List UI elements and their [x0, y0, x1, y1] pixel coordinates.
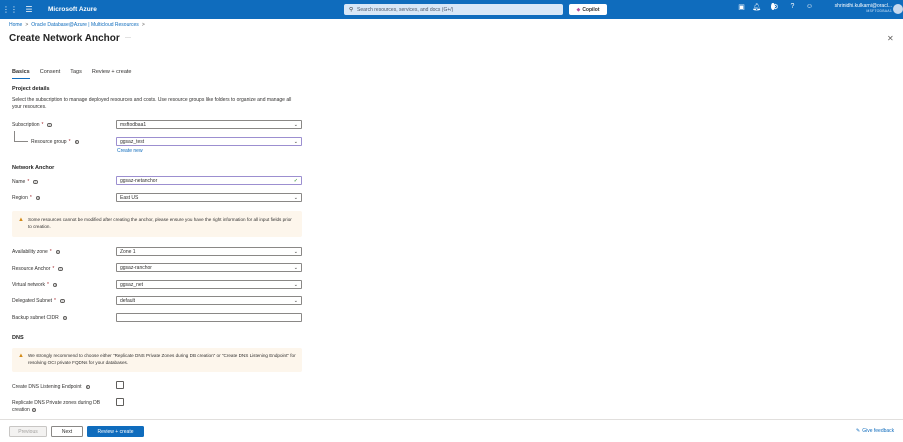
subscription-label: Subscription * i: [12, 122, 52, 128]
waffle-menu-icon[interactable]: ⋮⋮: [0, 5, 20, 14]
top-icons: ▣ 🔔︎ 1 ⚙ ? ☺: [733, 3, 818, 11]
close-icon[interactable]: ✕: [887, 34, 894, 43]
tree-connector: [14, 131, 28, 142]
copilot-icon: ◆: [576, 6, 581, 13]
next-button[interactable]: Next: [51, 426, 83, 437]
resource-group-select[interactable]: ggsaz_test ⌄: [116, 137, 302, 146]
name-label: Name * i: [12, 179, 38, 185]
info-icon[interactable]: i: [62, 315, 68, 321]
info-icon[interactable]: i: [58, 266, 63, 272]
dns-warning-box: ▲ We strongly recommend to choose either…: [12, 348, 302, 372]
chevron-down-icon: ⌄: [293, 298, 298, 304]
virtual-network-label: Virtual network * i: [12, 282, 58, 288]
info-icon[interactable]: i: [35, 195, 41, 201]
delegated-subnet-select[interactable]: default ⌄: [116, 296, 302, 305]
tab-consent[interactable]: Consent: [40, 69, 61, 79]
dns-listening-checkbox[interactable]: [116, 381, 124, 389]
resource-anchor-label: Resource Anchor * i: [12, 266, 63, 272]
breadcrumb-parent[interactable]: Oracle Database@Azure | Multicloud Resou…: [31, 22, 139, 28]
tab-strip: Basics Consent Tags Review + create: [12, 69, 131, 79]
dns-listening-label: Create DNS Listening Endpoint i: [12, 384, 90, 390]
notifications-icon[interactable]: 🔔︎ 1: [750, 3, 775, 11]
chevron-down-icon: ⌄: [293, 122, 298, 128]
breadcrumb-separator: >: [25, 22, 29, 28]
brand-title[interactable]: Microsoft Azure: [48, 6, 338, 13]
previous-button[interactable]: Previous: [9, 426, 47, 437]
help-icon[interactable]: ?: [784, 3, 801, 11]
page-title: Create Network Anchor: [9, 33, 120, 44]
breadcrumb-home[interactable]: Home: [9, 22, 22, 28]
checkmark-icon: ✓: [293, 178, 298, 184]
hamburger-menu-icon[interactable]: ☰: [20, 5, 38, 14]
chevron-down-icon: ⌄: [293, 195, 298, 201]
virtual-network-select[interactable]: ggsaz_net ⌄: [116, 280, 302, 289]
dns-heading: DNS: [12, 335, 24, 341]
settings-gear-icon[interactable]: ⚙: [767, 3, 784, 11]
tab-basics[interactable]: Basics: [12, 69, 30, 79]
replicate-dns-checkbox[interactable]: [116, 398, 124, 406]
backup-subnet-input[interactable]: [116, 313, 302, 322]
replicate-dns-label: Replicate DNS Private zones during DB cr…: [12, 400, 101, 413]
availability-zone-select[interactable]: Zone 1 ⌄: [116, 247, 302, 256]
dns-warning-text: We strongly recommend to choose either "…: [28, 353, 296, 365]
name-input[interactable]: ggsaz-netanchor ✓: [116, 176, 302, 185]
resource-anchor-select[interactable]: ggsaz-ranchor ⌄: [116, 263, 302, 272]
copilot-button[interactable]: ◆ Copilot: [569, 4, 607, 15]
copilot-label: Copilot: [582, 6, 600, 13]
info-icon[interactable]: i: [33, 179, 38, 185]
give-feedback-link[interactable]: ✎ Give feedback: [856, 428, 894, 434]
search-icon: ⚲: [349, 6, 354, 13]
availability-zone-label: Availability zone * i: [12, 249, 61, 255]
backup-subnet-label: Backup subnet CIDR i: [12, 315, 68, 321]
info-icon[interactable]: i: [55, 249, 61, 255]
chevron-down-icon: ⌄: [293, 249, 298, 255]
avatar[interactable]: [893, 4, 903, 14]
region-label: Region * i: [12, 195, 41, 201]
user-tenant: MSFTODBAA1: [866, 9, 892, 13]
create-new-link[interactable]: Create new: [117, 148, 143, 154]
tab-review-create[interactable]: Review + create: [92, 69, 132, 79]
info-icon[interactable]: i: [31, 407, 37, 412]
delegated-subnet-label: Delegated Subnet * i: [12, 298, 65, 304]
breadcrumb: Home > Oracle Database@Azure | Multiclou…: [9, 22, 145, 28]
subscription-select[interactable]: msftodbaa1 ⌄: [116, 120, 302, 129]
feedback-person-icon[interactable]: ☺: [801, 3, 818, 11]
chevron-down-icon: ⌄: [293, 282, 298, 288]
user-account[interactable]: shrinidhi.kulkarni@oracl... MSFTODBAA1: [822, 3, 892, 13]
info-icon[interactable]: i: [85, 384, 90, 390]
info-icon[interactable]: i: [52, 282, 58, 288]
chevron-down-icon: ⌄: [293, 265, 298, 271]
review-create-button[interactable]: Review + create: [87, 426, 144, 437]
cloud-shell-icon[interactable]: ▣: [733, 3, 750, 11]
search-placeholder: Search resources, services, and docs (G+…: [357, 6, 454, 13]
network-anchor-heading: Network Anchor: [12, 165, 55, 171]
info-icon[interactable]: i: [47, 122, 52, 128]
more-options-icon[interactable]: ···: [125, 35, 131, 41]
breadcrumb-separator: >: [141, 22, 145, 28]
feedback-icon: ✎: [856, 428, 861, 434]
resource-group-label: Resource group * i: [31, 139, 80, 145]
anchor-warning-text: Some resources cannot be modified after …: [28, 217, 292, 229]
tab-tags[interactable]: Tags: [70, 69, 82, 79]
project-details-heading: Project details: [12, 86, 50, 92]
region-select[interactable]: East US ⌄: [116, 193, 302, 202]
warning-icon: ▲: [18, 353, 24, 359]
info-icon[interactable]: i: [60, 298, 65, 304]
project-description: Select the subscription to manage deploy…: [12, 97, 292, 110]
anchor-warning-box: ▲ Some resources cannot be modified afte…: [12, 211, 302, 237]
search-input[interactable]: ⚲ Search resources, services, and docs (…: [344, 4, 563, 15]
warning-icon: ▲: [18, 217, 24, 223]
info-icon[interactable]: i: [74, 139, 80, 145]
chevron-down-icon: ⌄: [293, 139, 298, 145]
